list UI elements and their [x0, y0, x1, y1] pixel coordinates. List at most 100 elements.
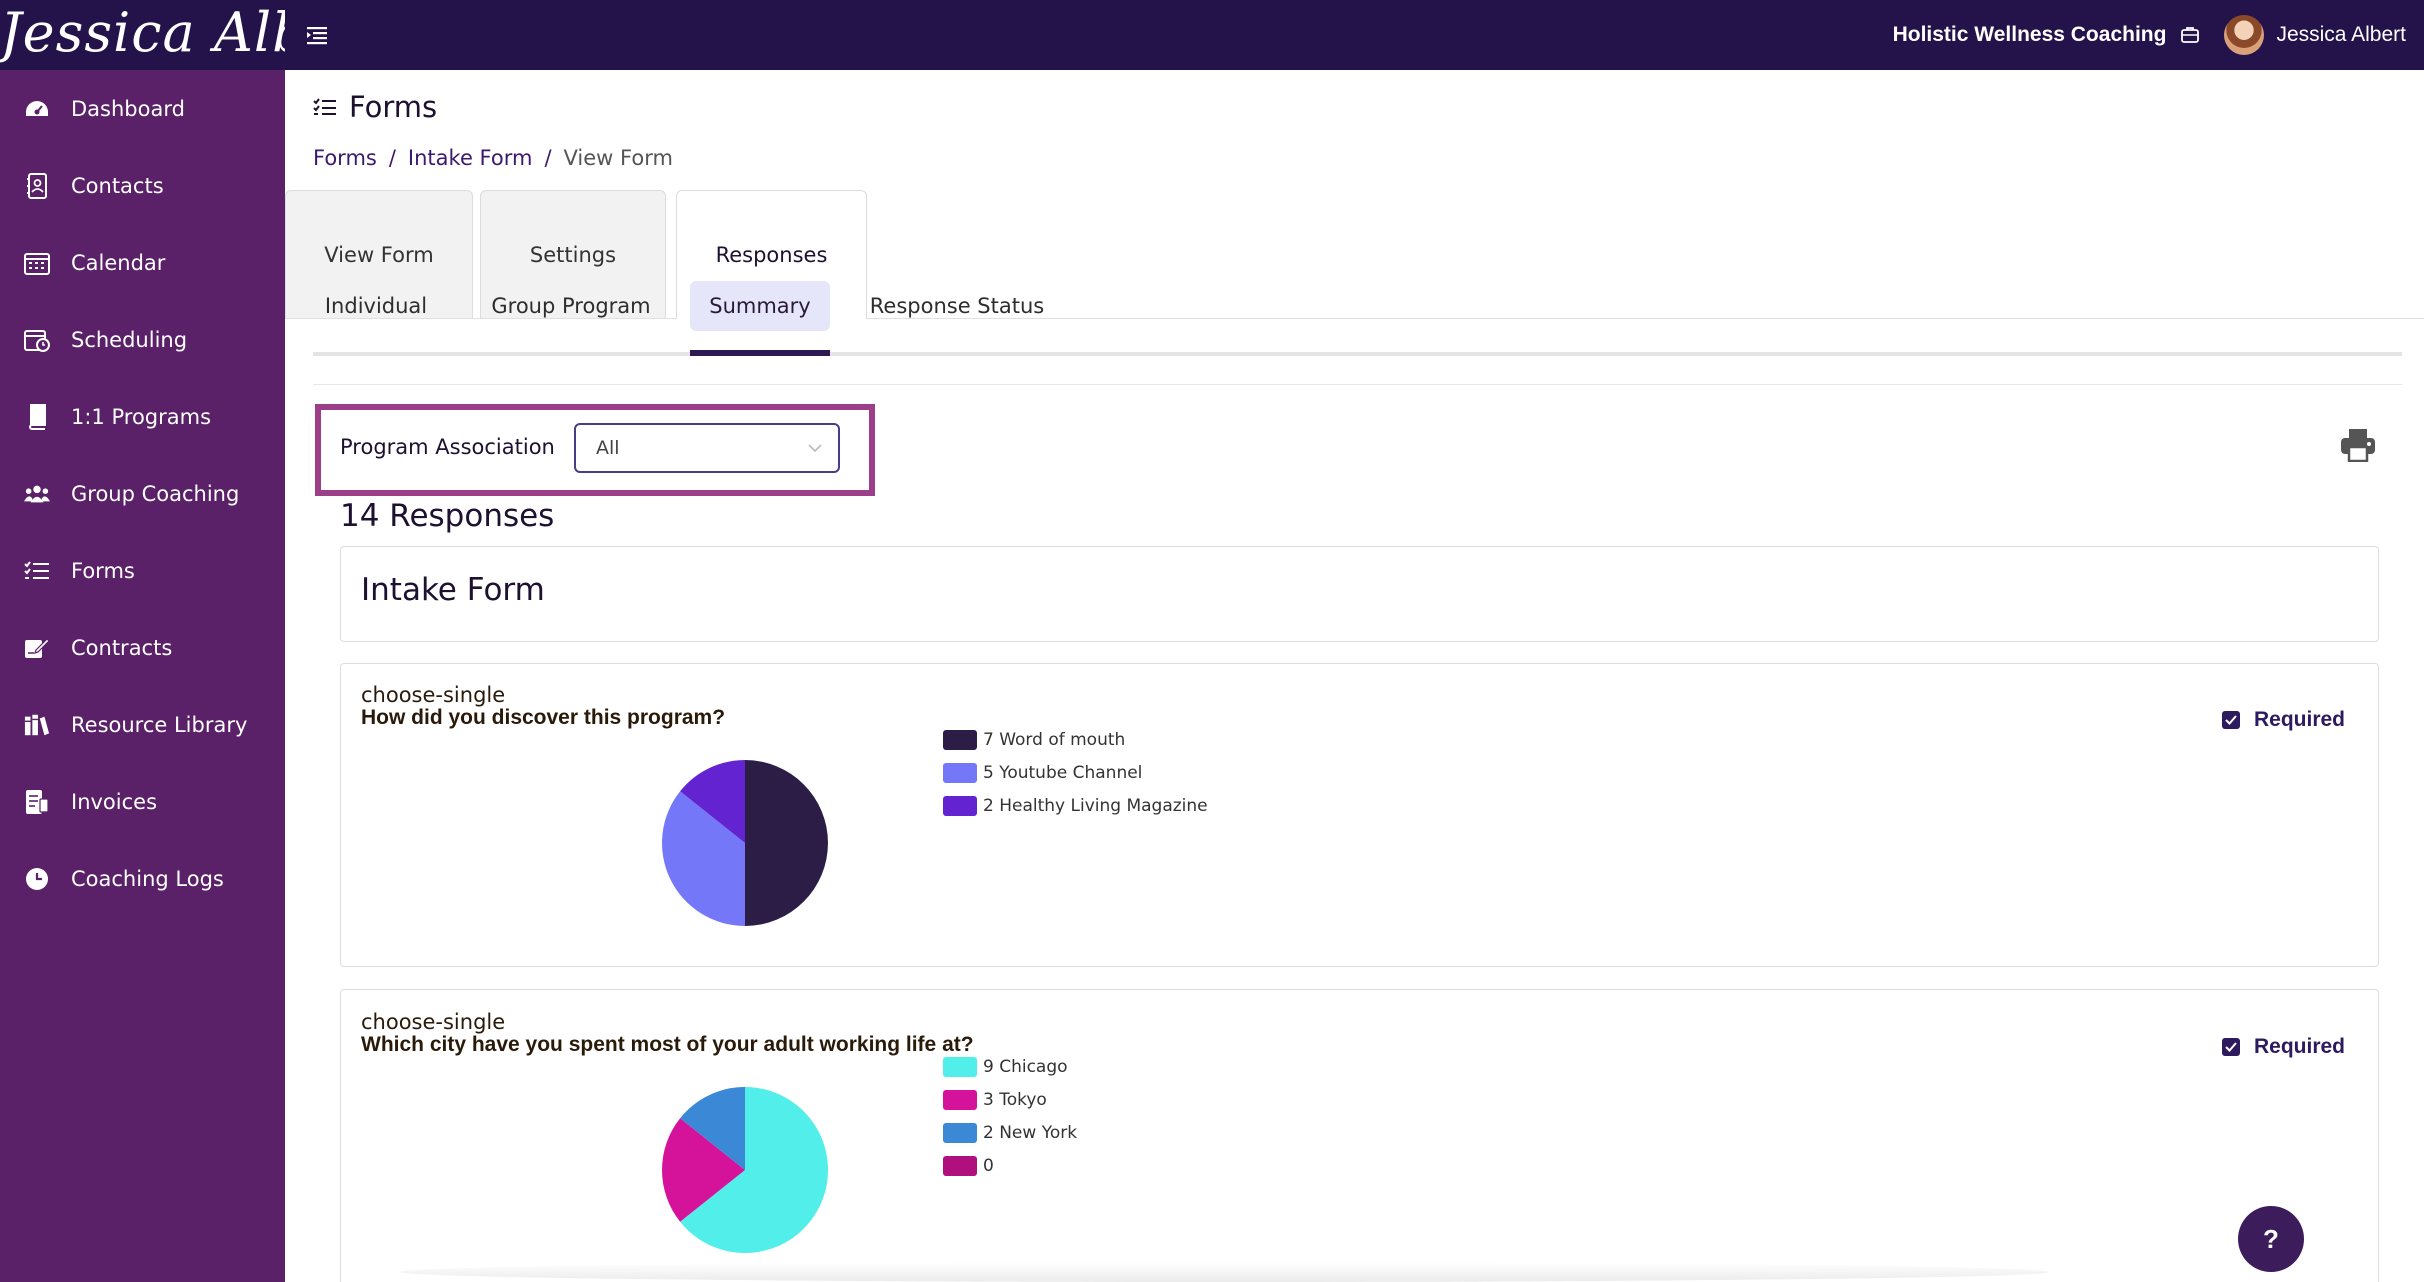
user-name[interactable]: Jessica Albert	[2276, 23, 2406, 47]
breadcrumb-separator: /	[544, 146, 552, 170]
bottom-shadow	[400, 1262, 2050, 1282]
sidebar-item-contacts[interactable]: Contacts	[0, 156, 285, 216]
responses-count: 14 Responses	[340, 498, 555, 534]
print-icon[interactable]	[2340, 428, 2376, 462]
calendar-icon	[24, 250, 50, 276]
sidebar-item-invoices[interactable]: Invoices	[0, 772, 285, 832]
subtab-individual[interactable]: Individual	[313, 281, 439, 331]
page-title-text: Forms	[349, 90, 438, 124]
sidebar-item-coaching-logs[interactable]: Coaching Logs	[0, 849, 285, 909]
avatar[interactable]	[2224, 15, 2265, 55]
required-indicator: Required	[2222, 708, 2345, 732]
legend-item[interactable]: 2 Healthy Living Magazine	[943, 796, 1208, 816]
subtab-group-program[interactable]: Group Program	[471, 281, 671, 331]
program-association-select[interactable]: All	[574, 423, 840, 473]
sidebar-item-label: Resource Library	[71, 713, 248, 737]
sidebar-item-label: Calendar	[71, 251, 166, 275]
book-icon	[24, 404, 50, 430]
clock-icon	[24, 866, 50, 892]
legend-label: 7 Word of mouth	[983, 730, 1126, 750]
pie-slice[interactable]	[745, 760, 828, 926]
chevron-down-icon	[808, 444, 822, 453]
sidebar-item-label: Coaching Logs	[71, 867, 224, 891]
sidebar-item-scheduling[interactable]: Scheduling	[0, 310, 285, 370]
legend-label: 9 Chicago	[983, 1057, 1068, 1077]
sidebar-item-forms[interactable]: Forms	[0, 541, 285, 601]
forms-icon	[313, 98, 336, 115]
legend-swatch	[943, 1057, 977, 1077]
legend-label: 5 Youtube Channel	[983, 763, 1143, 783]
sidebar-item-programs[interactable]: 1:1 Programs	[0, 387, 285, 447]
group-icon	[24, 481, 50, 507]
checkbox-checked-icon	[2222, 1038, 2240, 1056]
legend-item[interactable]: 0	[943, 1156, 994, 1176]
breadcrumb-forms[interactable]: Forms	[313, 146, 377, 170]
legend-item[interactable]: 9 Chicago	[943, 1057, 1068, 1077]
select-value: All	[596, 437, 620, 459]
subtab-active-indicator	[690, 350, 830, 356]
contacts-icon	[24, 173, 50, 199]
breadcrumb: Forms / Intake Form / View Form	[313, 146, 673, 170]
form-title-card	[340, 546, 2379, 642]
legend-label: 0	[983, 1156, 994, 1176]
legend-swatch	[943, 1156, 977, 1176]
sidebar-item-group-coaching[interactable]: Group Coaching	[0, 464, 285, 524]
contract-icon	[24, 635, 50, 661]
briefcase-icon[interactable]	[2180, 25, 2200, 45]
sidebar-item-label: Invoices	[71, 790, 158, 814]
question-type: choose-single	[361, 1010, 506, 1034]
sidebar-item-label: Scheduling	[71, 328, 188, 352]
legend-swatch	[943, 730, 977, 750]
subtab-response-status[interactable]: Response Status	[852, 281, 1062, 331]
sidebar: Dashboard Contacts Calendar Scheduling 1…	[0, 70, 285, 1282]
sidebar-item-label: Group Coaching	[71, 482, 240, 506]
library-icon	[24, 712, 50, 738]
sidebar-item-contracts[interactable]: Contracts	[0, 618, 285, 678]
legend-label: 3 Tokyo	[983, 1090, 1047, 1110]
form-title: Intake Form	[361, 572, 545, 608]
filter-label: Program Association	[340, 435, 555, 459]
subtab-track	[313, 352, 2402, 356]
legend-swatch	[943, 1090, 977, 1110]
menu-toggle-icon[interactable]	[306, 24, 328, 46]
sidebar-item-label: 1:1 Programs	[71, 405, 212, 429]
question-text: How did you discover this program?	[361, 706, 726, 729]
dashboard-icon	[24, 96, 50, 122]
help-button[interactable]: ?	[2238, 1206, 2304, 1272]
breadcrumb-intake-form[interactable]: Intake Form	[408, 146, 533, 170]
question-text: Which city have you spent most of your a…	[361, 1033, 974, 1056]
legend-item[interactable]: 7 Word of mouth	[943, 730, 1125, 750]
legend-swatch	[943, 1123, 977, 1143]
forms-icon	[24, 558, 50, 584]
sidebar-item-label: Contracts	[71, 636, 173, 660]
breadcrumb-current: View Form	[563, 146, 673, 170]
legend-item[interactable]: 3 Tokyo	[943, 1090, 1047, 1110]
sidebar-item-calendar[interactable]: Calendar	[0, 233, 285, 293]
scheduling-icon	[24, 327, 50, 353]
legend-swatch	[943, 763, 977, 783]
sidebar-item-label: Contacts	[71, 174, 164, 198]
sidebar-item-resource-library[interactable]: Resource Library	[0, 695, 285, 755]
question-type: choose-single	[361, 683, 506, 707]
legend-label: 2 New York	[983, 1123, 1078, 1143]
sidebar-item-label: Forms	[71, 559, 135, 583]
checkbox-checked-icon	[2222, 711, 2240, 729]
business-name: Holistic Wellness Coaching	[1892, 23, 2167, 46]
legend-label: 2 Healthy Living Magazine	[983, 796, 1208, 816]
invoice-icon	[24, 789, 50, 815]
legend-swatch	[943, 796, 977, 816]
top-bar: Jessica Albert Holistic Wellness Coachin…	[0, 0, 2424, 70]
brand-logo[interactable]: Jessica Albert	[0, 0, 285, 70]
sidebar-item-dashboard[interactable]: Dashboard	[0, 79, 285, 139]
main-content: Forms Forms / Intake Form / View Form Vi…	[285, 70, 2424, 1282]
legend-item[interactable]: 5 Youtube Channel	[943, 763, 1142, 783]
pie-chart	[662, 1087, 828, 1253]
divider	[313, 384, 2402, 385]
pie-chart	[662, 760, 828, 926]
sidebar-item-label: Dashboard	[71, 97, 185, 121]
page-title: Forms	[313, 90, 437, 124]
required-indicator: Required	[2222, 1035, 2345, 1059]
subtab-summary[interactable]: Summary	[690, 281, 830, 331]
legend-item[interactable]: 2 New York	[943, 1123, 1077, 1143]
breadcrumb-separator: /	[388, 146, 396, 170]
